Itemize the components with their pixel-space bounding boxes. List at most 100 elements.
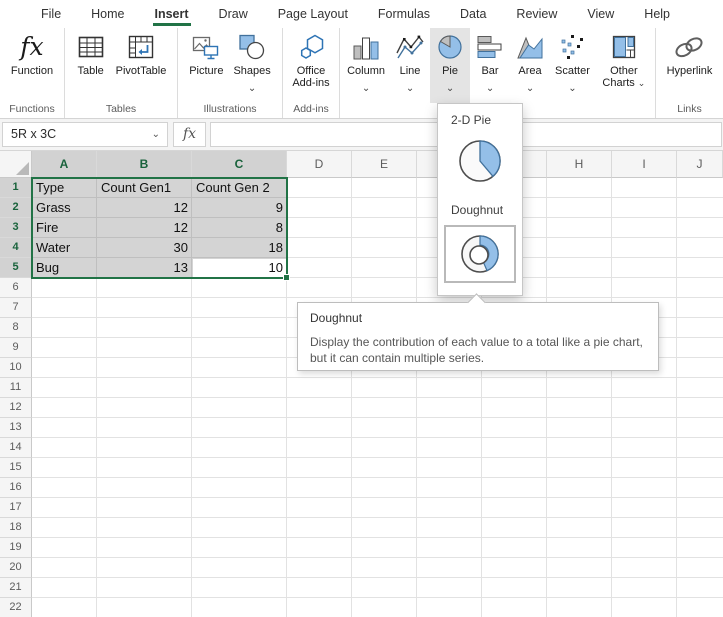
chevron-down-icon xyxy=(526,78,534,89)
other-charts-icon xyxy=(609,32,639,62)
gridline xyxy=(32,557,723,558)
gridline xyxy=(32,537,723,538)
gridline xyxy=(32,577,723,578)
cell[interactable]: 8 xyxy=(192,218,287,238)
row-header[interactable]: 20 xyxy=(0,558,32,578)
pie-2d-option[interactable] xyxy=(453,135,507,187)
row-header[interactable]: 2 xyxy=(0,198,32,218)
shapes-button[interactable]: Shapes xyxy=(228,28,275,103)
dropdown-section-2d-pie: 2-D Pie xyxy=(451,113,522,127)
row-header[interactable]: 3 xyxy=(0,218,32,238)
tab-page-layout[interactable]: Page Layout xyxy=(263,0,363,28)
column-header[interactable]: A xyxy=(32,151,97,178)
chevron-down-icon xyxy=(406,78,414,89)
doughnut-option[interactable] xyxy=(444,225,516,283)
column-header[interactable]: H xyxy=(547,151,612,178)
picture-button[interactable]: Picture xyxy=(184,28,228,103)
office-addins-button[interactable]: Office Add-ins xyxy=(284,28,338,103)
table-icon xyxy=(76,32,106,62)
cell[interactable]: Fire xyxy=(32,218,97,238)
cell[interactable]: Count Gen1 xyxy=(97,178,192,198)
office-addins-icon xyxy=(296,32,326,62)
tab-draw[interactable]: Draw xyxy=(204,0,263,28)
tab-insert[interactable]: Insert xyxy=(140,0,204,28)
row-header[interactable]: 22 xyxy=(0,598,32,617)
other-charts-button[interactable]: Other Charts xyxy=(595,28,653,103)
dropdown-section-doughnut: Doughnut xyxy=(451,203,522,217)
insert-function-button[interactable]: fx xyxy=(173,122,206,147)
tab-home[interactable]: Home xyxy=(76,0,139,28)
cell[interactable]: 10 xyxy=(192,258,287,278)
row-header[interactable]: 13 xyxy=(0,418,32,438)
group-label-illustrations: Illustrations xyxy=(178,103,282,118)
tab-review[interactable]: Review xyxy=(501,0,572,28)
cell[interactable]: Count Gen 2 xyxy=(192,178,287,198)
tab-file[interactable]: File xyxy=(26,0,76,28)
cell[interactable]: Type xyxy=(32,178,97,198)
row-header[interactable]: 6 xyxy=(0,278,32,298)
cell[interactable]: 18 xyxy=(192,238,287,258)
bar-chart-button[interactable]: Bar xyxy=(470,28,510,103)
fill-handle[interactable] xyxy=(283,274,290,281)
row-header[interactable]: 1 xyxy=(0,178,32,198)
tab-formulas[interactable]: Formulas xyxy=(363,0,445,28)
column-header[interactable]: C xyxy=(192,151,287,178)
gridline xyxy=(32,437,723,438)
row-header[interactable]: 16 xyxy=(0,478,32,498)
hyperlink-button[interactable]: Hyperlink xyxy=(662,28,718,103)
cell[interactable]: Water xyxy=(32,238,97,258)
cell[interactable]: 12 xyxy=(97,198,192,218)
row-header[interactable]: 18 xyxy=(0,518,32,538)
row-header[interactable]: 7 xyxy=(0,298,32,318)
cell[interactable]: 12 xyxy=(97,218,192,238)
gridline xyxy=(32,397,723,398)
doughnut-icon xyxy=(458,232,502,276)
row-header[interactable]: 10 xyxy=(0,358,32,378)
gridline xyxy=(32,297,723,298)
row-header[interactable]: 11 xyxy=(0,378,32,398)
row-header[interactable]: 12 xyxy=(0,398,32,418)
select-all-corner[interactable] xyxy=(0,151,32,178)
column-header[interactable]: B xyxy=(97,151,192,178)
tab-view[interactable]: View xyxy=(572,0,629,28)
tab-help[interactable]: Help xyxy=(629,0,685,28)
pie-chart-button[interactable]: Pie xyxy=(430,28,470,103)
column-header[interactable]: D xyxy=(287,151,352,178)
row-header[interactable]: 9 xyxy=(0,338,32,358)
cell[interactable]: 30 xyxy=(97,238,192,258)
row-header[interactable]: 15 xyxy=(0,458,32,478)
doughnut-tooltip: Doughnut Display the contribution of eac… xyxy=(297,302,659,371)
area-chart-button[interactable]: Area xyxy=(510,28,550,103)
line-chart-button[interactable]: Line xyxy=(390,28,430,103)
column-header[interactable]: I xyxy=(612,151,677,178)
table-button[interactable]: Table xyxy=(71,28,111,103)
row-header[interactable]: 14 xyxy=(0,438,32,458)
cell[interactable]: 13 xyxy=(97,258,192,278)
name-box[interactable]: 5R x 3C xyxy=(2,122,168,147)
scatter-chart-button[interactable]: Scatter xyxy=(550,28,595,103)
gridline xyxy=(32,477,723,478)
chevron-down-icon xyxy=(635,77,646,89)
column-chart-icon xyxy=(351,32,381,62)
row-header[interactable]: 8 xyxy=(0,318,32,338)
row-header[interactable]: 17 xyxy=(0,498,32,518)
column-chart-button[interactable]: Column xyxy=(342,28,390,103)
tab-data[interactable]: Data xyxy=(445,0,501,28)
gridline xyxy=(32,377,723,378)
column-header[interactable]: E xyxy=(352,151,417,178)
chevron-down-icon xyxy=(152,123,160,146)
row-header[interactable]: 21 xyxy=(0,578,32,598)
tooltip-title: Doughnut xyxy=(310,311,646,325)
row-header[interactable]: 4 xyxy=(0,238,32,258)
ribbon-tab-bar: File Home Insert Draw Page Layout Formul… xyxy=(0,0,723,28)
function-button[interactable]: fx Function xyxy=(6,28,58,103)
pivottable-icon xyxy=(126,32,156,62)
chevron-down-icon xyxy=(362,78,370,89)
pivottable-button[interactable]: PivotTable xyxy=(111,28,172,103)
cell[interactable]: 9 xyxy=(192,198,287,218)
row-header[interactable]: 19 xyxy=(0,538,32,558)
row-header[interactable]: 5 xyxy=(0,258,32,278)
cell[interactable]: Grass xyxy=(32,198,97,218)
column-header[interactable]: J xyxy=(677,151,723,178)
cell[interactable]: Bug xyxy=(32,258,97,278)
